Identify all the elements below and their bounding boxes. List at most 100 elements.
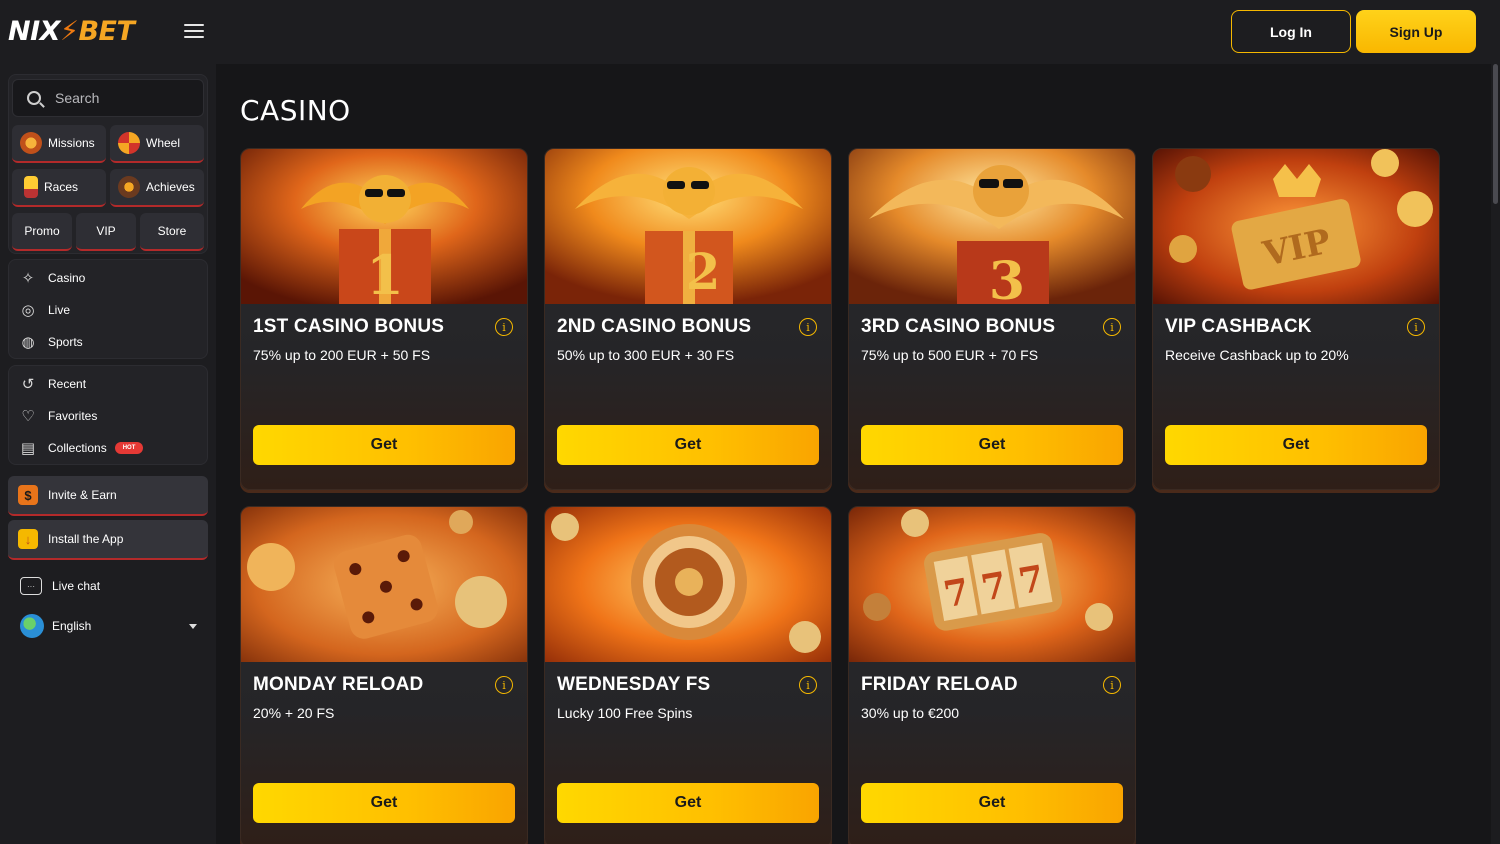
search-placeholder: Search (55, 90, 100, 106)
heart-icon: ♡ (21, 408, 35, 425)
recent-icon: ↺ (21, 376, 35, 393)
info-icon[interactable]: i (1407, 318, 1425, 336)
bonus-card: VIP VIP CASHBACK i Receive Cashback up t… (1152, 148, 1440, 490)
nixbet-logo[interactable]: NIX⚡BET (8, 16, 135, 48)
live-icon: ◎ (21, 302, 35, 319)
invite-earn-button[interactable]: $ Invite & Earn (8, 476, 208, 516)
card-title: WEDNESDAY FS (557, 674, 711, 695)
races-label: Races (44, 180, 79, 194)
signup-button[interactable]: Sign Up (1356, 10, 1476, 53)
card-title: 2ND CASINO BONUS (557, 316, 752, 337)
wheel-icon (118, 132, 140, 154)
card-subtitle: 75% up to 200 EUR + 50 FS (253, 347, 431, 363)
missions-icon (20, 132, 42, 154)
svg-text:3: 3 (989, 251, 1025, 304)
card-subtitle: 50% up to 300 EUR + 30 FS (557, 347, 735, 363)
page-title: CASINO (240, 94, 351, 127)
page-scrollbar[interactable] (1491, 64, 1500, 844)
get-button[interactable]: Get (253, 783, 515, 823)
get-button[interactable]: Get (253, 425, 515, 465)
get-button[interactable]: Get (557, 783, 819, 823)
sports-label: Sports (48, 335, 83, 349)
bonus-card: 2 2ND CASINO BONUS i 50% up to 300 EUR +… (544, 148, 832, 490)
install-app-button[interactable]: ↓ Install the App (8, 520, 208, 560)
menu-toggle-icon[interactable] (184, 24, 204, 40)
sidebar-item-sports[interactable]: ◍ Sports (18, 332, 83, 352)
wheel-label: Wheel (146, 136, 181, 150)
collections-icon: ▤ (20, 440, 36, 457)
dice-image (241, 507, 527, 662)
sports-icon: ◍ (21, 334, 35, 351)
get-button[interactable]: Get (557, 425, 819, 465)
promo-button[interactable]: Promo (12, 213, 72, 251)
sidebar-item-live[interactable]: ◎ Live (18, 300, 70, 320)
bonus-card: 1 1ST CASINO BONUS i 75% up to 200 EUR +… (240, 148, 528, 490)
logo-part-1: NIX (8, 16, 60, 47)
sidebar-item-recent[interactable]: ↺ Recent (18, 374, 86, 394)
live-chat-button[interactable]: ··· Live chat (20, 574, 100, 598)
search-icon (27, 91, 41, 105)
invite-label: Invite & Earn (48, 488, 117, 502)
svg-text:2: 2 (686, 242, 721, 301)
collections-label: Collections (48, 441, 107, 455)
phoenix-gift-image: 3 (849, 149, 1135, 304)
get-button[interactable]: Get (1165, 425, 1427, 465)
chat-icon: ··· (20, 577, 42, 595)
get-button[interactable]: Get (861, 783, 1123, 823)
store-button[interactable]: Store (140, 213, 204, 251)
card-subtitle: 20% + 20 FS (253, 705, 335, 721)
card-title: VIP CASHBACK (1165, 316, 1312, 337)
recent-label: Recent (48, 377, 87, 391)
language-selector[interactable]: English (20, 614, 198, 638)
info-icon[interactable]: i (799, 318, 817, 336)
svg-text:1: 1 (366, 243, 404, 304)
roulette-image (545, 507, 831, 662)
globe-icon (20, 614, 44, 638)
bonus-card: 7 7 7 FRIDAY RELOAD i 30% up to €200 Get (848, 506, 1136, 844)
favorites-label: Favorites (48, 409, 98, 423)
vip-crown-image: VIP (1153, 149, 1439, 304)
casino-icon: ✧ (21, 270, 35, 287)
info-icon[interactable]: i (1103, 676, 1121, 694)
logo-flame-icon: ⚡ (59, 16, 79, 47)
dollar-icon: $ (18, 485, 38, 505)
sidebar-item-favorites[interactable]: ♡ Favorites (18, 406, 97, 426)
races-icon (24, 176, 38, 198)
info-icon[interactable]: i (495, 676, 513, 694)
get-button[interactable]: Get (861, 425, 1123, 465)
live-chat-label: Live chat (52, 579, 101, 593)
sidebar-item-collections[interactable]: ▤ Collections HOT (18, 438, 144, 458)
card-subtitle: 75% up to 500 EUR + 70 FS (861, 347, 1039, 363)
sidebar-item-casino[interactable]: ✧ Casino (18, 268, 86, 288)
info-icon[interactable]: i (1103, 318, 1121, 336)
info-icon[interactable]: i (495, 318, 513, 336)
phoenix-gift-image: 2 (545, 149, 831, 304)
achieves-icon (118, 176, 140, 198)
logo-part-2: BET (78, 16, 135, 47)
card-title: 1ST CASINO BONUS (253, 316, 445, 337)
live-label: Live (48, 303, 71, 317)
phoenix-gift-image: 1 (241, 149, 527, 304)
card-title: 3RD CASINO BONUS (861, 316, 1056, 337)
info-icon[interactable]: i (799, 676, 817, 694)
slot-777-image: 7 7 7 (849, 507, 1135, 662)
races-button[interactable]: Races (12, 169, 106, 207)
card-title: MONDAY RELOAD (253, 674, 424, 695)
card-title: FRIDAY RELOAD (861, 674, 1018, 695)
scrollbar-thumb[interactable] (1493, 64, 1498, 204)
login-button[interactable]: Log In (1231, 10, 1351, 53)
achieves-button[interactable]: Achieves (110, 169, 204, 207)
download-icon: ↓ (18, 529, 38, 549)
language-label: English (52, 619, 92, 633)
wheel-button[interactable]: Wheel (110, 125, 204, 163)
card-subtitle: Receive Cashback up to 20% (1165, 347, 1349, 363)
bonus-card: 3 3RD CASINO BONUS i 75% up to 500 EUR +… (848, 148, 1136, 490)
hot-badge: HOT (114, 442, 144, 454)
bonus-card: WEDNESDAY FS i Lucky 100 Free Spins Get (544, 506, 832, 844)
top-bar: NIX⚡BET Log In Sign Up (0, 0, 1500, 64)
missions-label: Missions (48, 136, 95, 150)
vip-button[interactable]: VIP (76, 213, 136, 251)
bonus-card: MONDAY RELOAD i 20% + 20 FS Get (240, 506, 528, 844)
missions-button[interactable]: Missions (12, 125, 106, 163)
search-input[interactable]: Search (12, 79, 204, 117)
